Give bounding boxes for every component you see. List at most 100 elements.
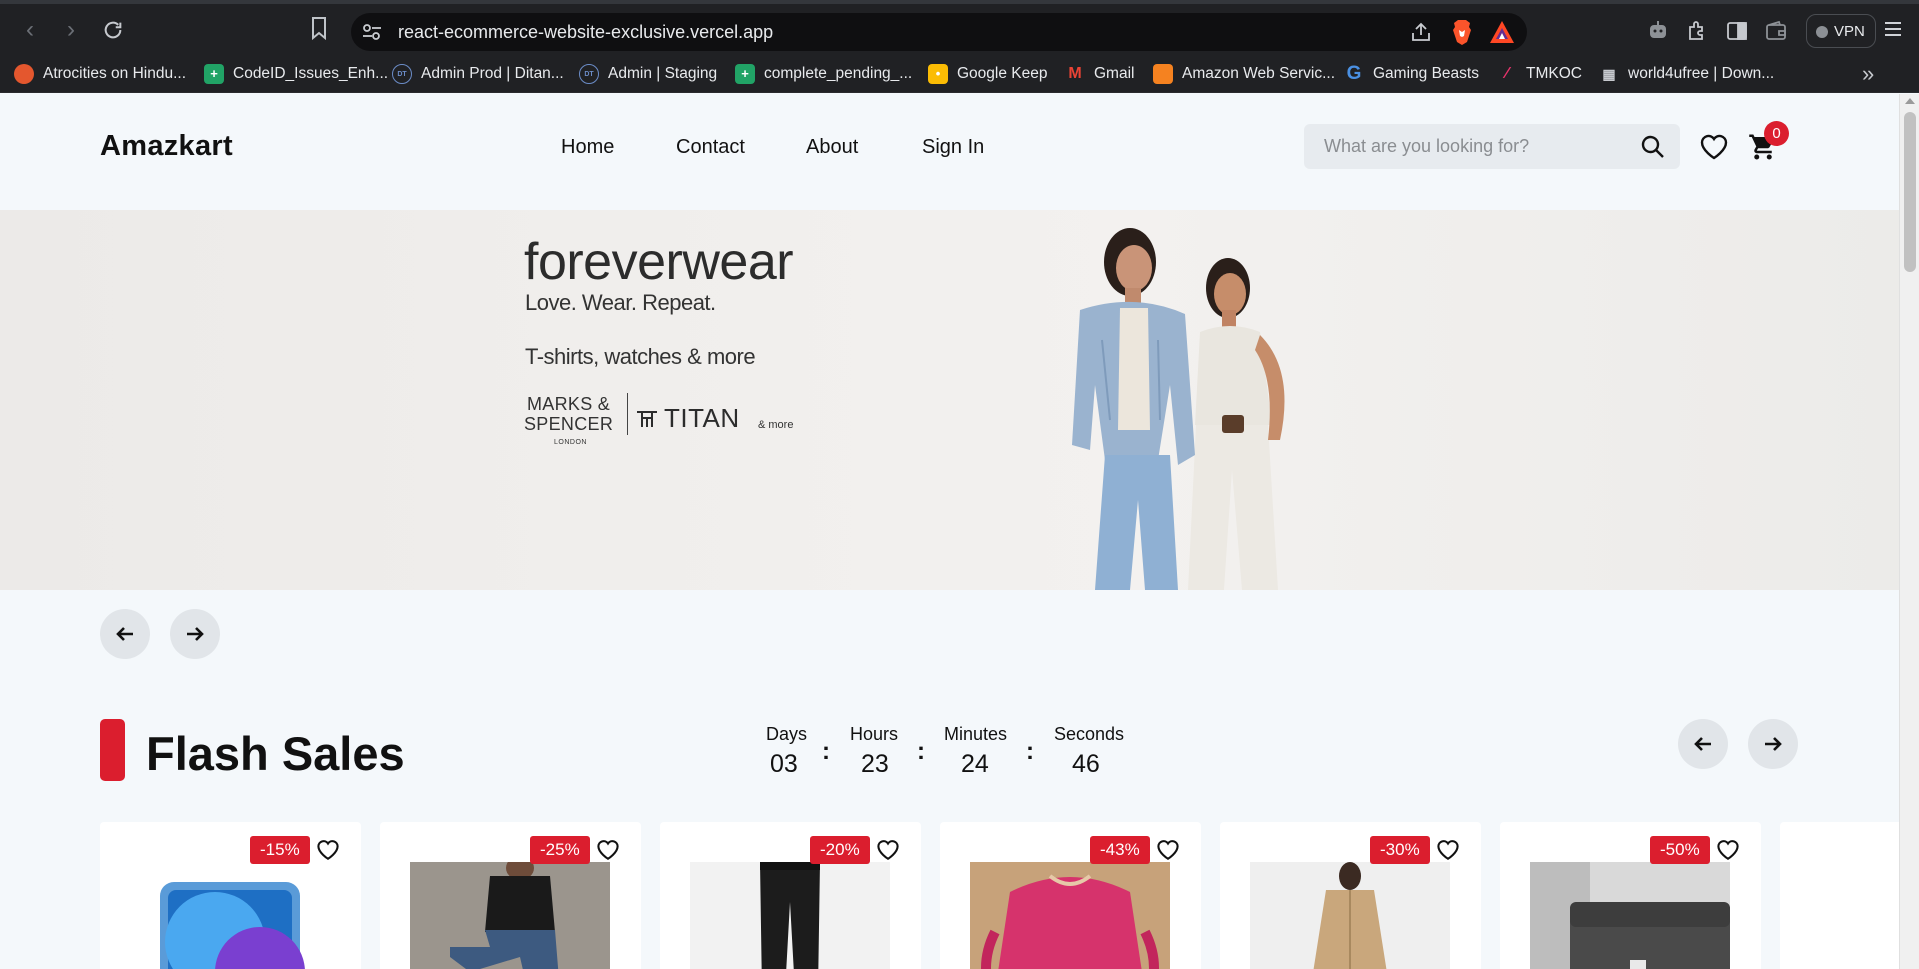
leo-ai-icon[interactable] [1647, 19, 1671, 43]
nav-contact[interactable]: Contact [676, 136, 745, 159]
product-image-trench-coat [1250, 862, 1450, 969]
nav-about[interactable]: About [806, 136, 858, 159]
site-logo[interactable]: Amazkart [100, 130, 233, 163]
aws-icon [1153, 64, 1173, 84]
keep-icon: • [928, 64, 948, 84]
product-image-track-pants [690, 862, 890, 969]
section-marker [100, 719, 125, 781]
reload-icon[interactable] [97, 14, 129, 46]
bookmark-item[interactable]: DT Admin Prod | Ditan... [392, 55, 564, 93]
gmail-icon: M [1068, 65, 1082, 82]
nav-sign-in[interactable]: Sign In [922, 136, 984, 159]
hero-banner[interactable]: foreverwear Love. Wear. Repeat. T-shirts… [0, 210, 1899, 590]
product-card[interactable]: -15% [100, 822, 361, 969]
site-settings-icon[interactable] [361, 21, 383, 43]
bookmark-item[interactable]: ⁄ TMKOC [1497, 55, 1582, 93]
bookmark-label: Atrocities on Hindu... [43, 65, 187, 82]
product-image-sofa [1530, 862, 1730, 969]
arrow-right-icon [1765, 737, 1782, 751]
wishlist-heart-icon[interactable] [1436, 838, 1460, 862]
countdown-separator: : [1026, 738, 1034, 765]
cart-count-badge: 0 [1764, 121, 1789, 146]
url-text[interactable]: react-ecommerce-website-exclusive.vercel… [398, 22, 773, 43]
wishlist-heart-icon[interactable] [876, 838, 900, 862]
product-card[interactable]: -30% [1220, 822, 1481, 969]
discount-badge: -15% [250, 836, 310, 864]
scroll-up-icon[interactable] [1905, 98, 1915, 104]
product-image-pink-top [970, 862, 1170, 969]
bookmark-label: Amazon Web Servic... [1182, 65, 1336, 82]
bookmark-item[interactable]: M Gmail [1065, 55, 1134, 93]
flash-prev-button[interactable] [1678, 719, 1728, 769]
partner-more: & more [758, 419, 794, 431]
sidebar-icon[interactable] [1725, 19, 1749, 43]
wishlist-heart-icon[interactable] [1716, 838, 1740, 862]
countdown-seconds-label: Seconds [1054, 724, 1125, 744]
countdown-minutes-value: 24 [961, 750, 989, 778]
bookmark-item[interactable]: Atrocities on Hindu... [14, 55, 186, 93]
bookmark-label: CodeID_Issues_Enh... [233, 65, 389, 82]
countdown-days-value: 03 [770, 750, 798, 778]
discount-badge: -43% [1090, 836, 1150, 864]
search-icon[interactable] [1640, 134, 1666, 160]
countdown-separator: : [917, 738, 925, 765]
partner-titan: TITAN [636, 403, 740, 434]
vpn-button[interactable]: VPN [1806, 14, 1876, 48]
product-card[interactable]: -43% [940, 822, 1201, 969]
vpn-label: VPN [1834, 23, 1865, 40]
hero-models-image [1072, 228, 1285, 590]
product-card-partial[interactable] [1780, 822, 1899, 969]
bookmark-item[interactable]: G Gaming Beasts [1344, 55, 1479, 93]
discount-badge: -30% [1370, 836, 1430, 864]
partner-line-2: SPENCER [524, 414, 614, 434]
countdown-days-label: Days [766, 724, 808, 744]
back-arrow-icon[interactable]: ‹ [14, 14, 46, 46]
hero-next-button[interactable] [170, 609, 220, 659]
bookmark-item[interactable]: DT Admin | Staging [579, 55, 717, 93]
extensions-icon[interactable] [1686, 19, 1710, 43]
hero-prev-button[interactable] [100, 609, 150, 659]
bookmark-item[interactable]: ▦ world4ufree | Down... [1599, 55, 1774, 93]
ditanzo-icon: DT [579, 64, 599, 84]
product-card[interactable]: -20% [660, 822, 921, 969]
bookmark-label: Gaming Beasts [1373, 65, 1479, 82]
countdown-separator: : [822, 738, 830, 765]
product-card[interactable]: -25% [380, 822, 641, 969]
arrow-right-icon [187, 627, 204, 641]
wishlist-heart-icon[interactable] [316, 838, 340, 862]
product-image-tablet [160, 882, 305, 969]
sheets-icon: + [204, 64, 224, 84]
vpn-status-icon [1816, 26, 1828, 38]
bookmark-label: Google Keep [957, 65, 1048, 82]
bookmark-label: TMKOC [1526, 65, 1582, 82]
address-bar[interactable]: react-ecommerce-website-exclusive.vercel… [351, 13, 1527, 51]
discount-badge: -20% [810, 836, 870, 864]
bookmark-item[interactable]: Amazon Web Servic... [1153, 55, 1335, 93]
countdown-seconds-value: 46 [1072, 750, 1100, 778]
scrollbar-thumb[interactable] [1904, 112, 1916, 272]
wishlist-heart-icon[interactable] [1699, 133, 1729, 161]
hero-brand: foreverwear [524, 233, 794, 291]
brave-shields-icon[interactable] [1450, 19, 1474, 45]
wallet-icon[interactable] [1764, 19, 1788, 43]
partner-line-1: MARKS & [527, 394, 611, 414]
nav-home[interactable]: Home [561, 136, 614, 159]
wishlist-heart-icon[interactable] [596, 838, 620, 862]
bookmark-item[interactable]: + complete_pending_... [735, 55, 912, 93]
bookmark-item[interactable]: + CodeID_Issues_Enh... [204, 55, 388, 93]
forward-arrow-icon[interactable]: › [55, 14, 87, 46]
bookmark-favicon-red-icon [14, 64, 34, 84]
search-input[interactable] [1304, 124, 1634, 169]
bookmark-item[interactable]: • Google Keep [928, 55, 1048, 93]
more-bookmarks-icon[interactable]: » [1862, 61, 1874, 87]
page-scrollbar[interactable] [1899, 94, 1919, 969]
wishlist-heart-icon[interactable] [1156, 838, 1180, 862]
menu-icon[interactable] [1883, 18, 1907, 44]
share-icon[interactable] [1410, 21, 1432, 43]
bookmark-page-icon[interactable] [310, 16, 334, 46]
brave-rewards-icon[interactable] [1489, 20, 1515, 44]
product-card[interactable]: -50% [1500, 822, 1761, 969]
flash-next-button[interactable] [1748, 719, 1798, 769]
countdown-hours-label: Hours [850, 724, 899, 744]
search-box [1304, 124, 1680, 169]
